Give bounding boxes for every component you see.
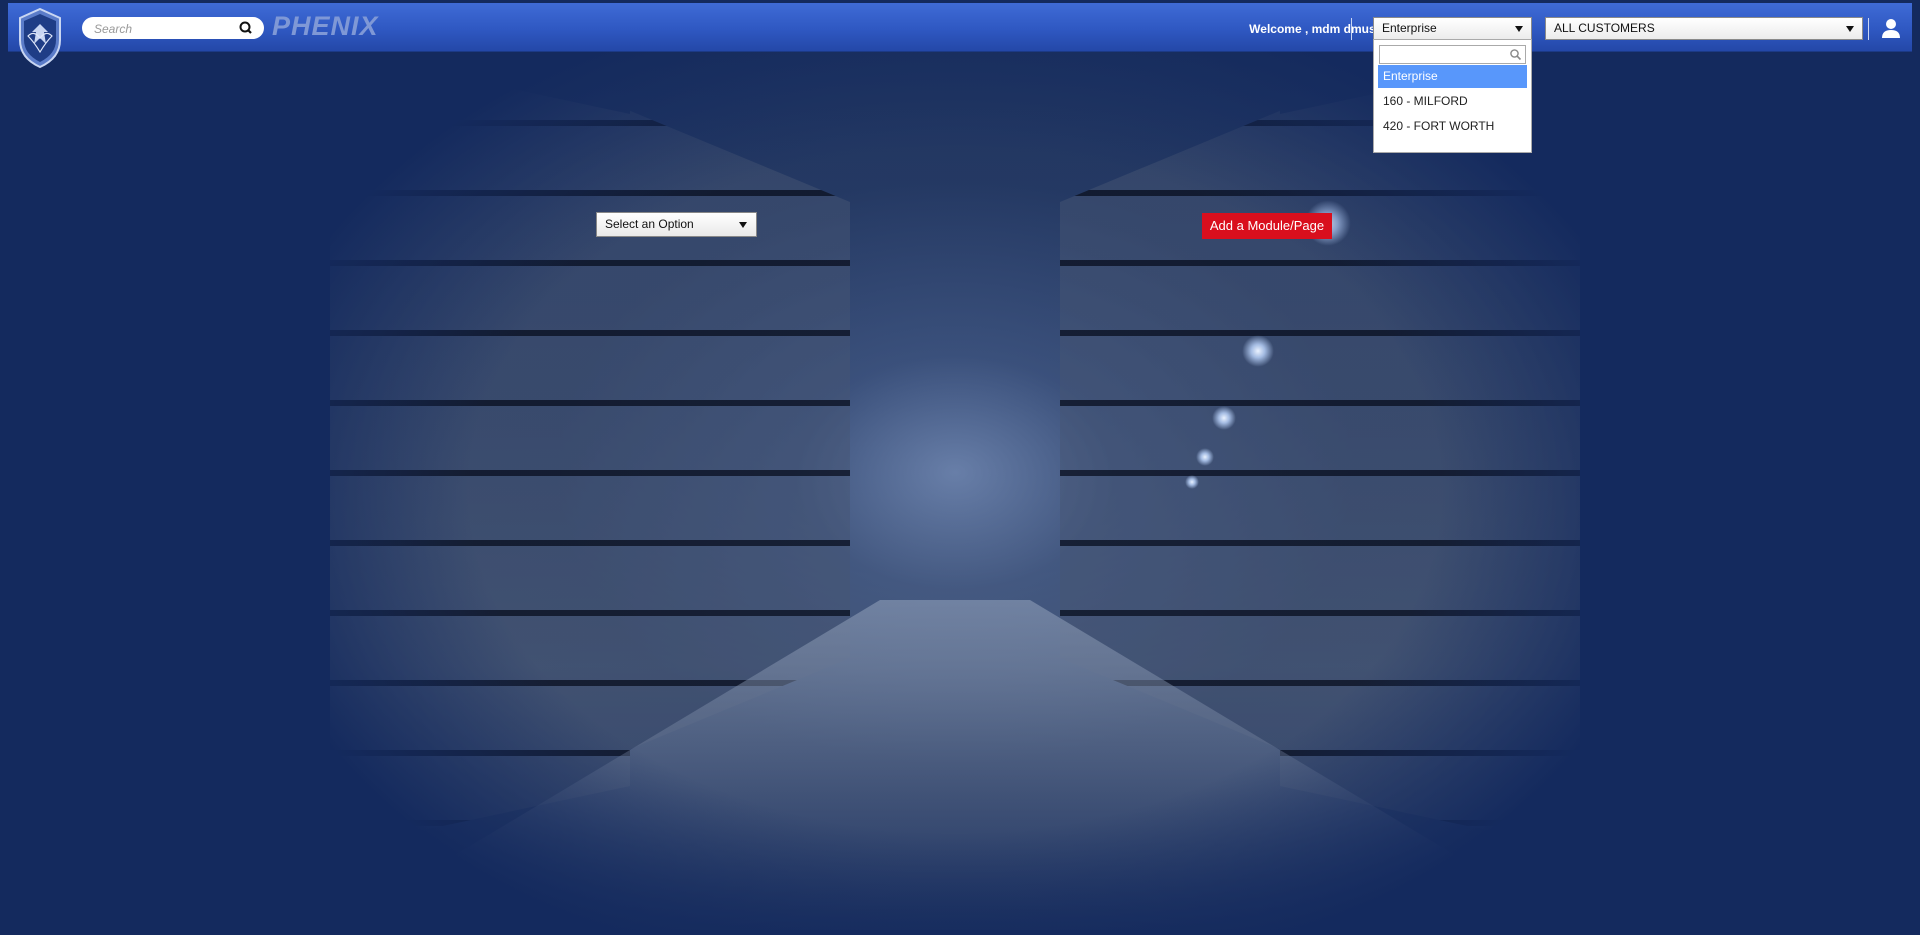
user-icon[interactable] [1880, 17, 1902, 39]
dropdown-option-fort-worth[interactable]: 420 - FORT WORTH [1378, 115, 1527, 138]
rack-right-near [1280, 50, 1580, 850]
dropdown-option-milford[interactable]: 160 - MILFORD [1378, 90, 1527, 113]
ceiling-light [1212, 406, 1236, 430]
top-navigation-bar: PHENIX Welcome , mdm dmuser Enterprise A… [8, 3, 1912, 69]
rack-left-near [330, 50, 630, 850]
ceiling-light [1196, 448, 1214, 466]
customer-select-value: ALL CUSTOMERS [1554, 21, 1655, 35]
chevron-down-icon [739, 222, 747, 228]
add-module-page-button[interactable]: Add a Module/Page [1202, 213, 1332, 239]
chevron-down-icon [1515, 26, 1523, 32]
dropdown-search-input[interactable] [1379, 45, 1526, 64]
ceiling-light [1242, 335, 1274, 367]
location-dropdown-panel: Enterprise 160 - MILFORD 420 - FORT WORT… [1373, 39, 1532, 153]
module-option-select[interactable]: Select an Option [596, 212, 757, 237]
divider [1868, 18, 1869, 40]
chevron-down-icon [1846, 26, 1854, 32]
customer-select[interactable]: ALL CUSTOMERS [1545, 17, 1863, 40]
rack-right-far [1060, 110, 1280, 750]
divider [1351, 18, 1352, 40]
warehouse-floor [330, 600, 1580, 930]
welcome-text: Welcome , mdm dmuser [1249, 22, 1387, 36]
search-icon[interactable] [238, 20, 254, 36]
dropdown-option-enterprise[interactable]: Enterprise [1378, 65, 1527, 88]
warehouse-background-image [330, 50, 1580, 930]
search-input[interactable] [92, 19, 236, 39]
logo-emblem-icon[interactable] [18, 7, 62, 69]
location-select-value: Enterprise [1382, 21, 1437, 35]
ceiling-light [1185, 475, 1199, 489]
search-icon [1510, 49, 1522, 61]
brand-wordmark: PHENIX [272, 11, 379, 41]
rack-left-far [630, 110, 850, 750]
module-option-select-value: Select an Option [605, 217, 694, 231]
search-box[interactable] [82, 17, 264, 39]
location-select[interactable]: Enterprise [1373, 17, 1532, 40]
